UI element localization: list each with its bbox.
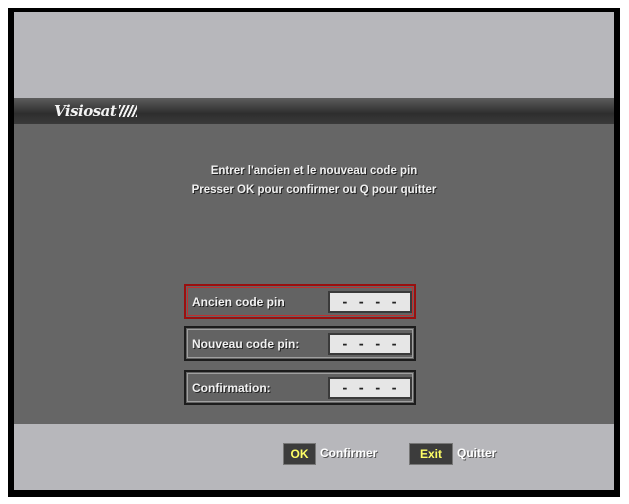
confirm-pin-input[interactable]: - - - - xyxy=(328,377,412,399)
footer-bar: OK Confirmer Exit Quitter xyxy=(14,424,614,490)
old-pin-input[interactable]: - - - - xyxy=(328,291,412,313)
new-pin-label: Nouveau code pin: xyxy=(192,337,300,351)
new-pin-input[interactable]: - - - - xyxy=(328,333,412,355)
confirm-pin-label: Confirmation: xyxy=(192,381,271,395)
new-pin-row[interactable]: Nouveau code pin: - - - - xyxy=(184,326,416,361)
tv-screen: Visiosat Entrer l'ancien et le nouveau c… xyxy=(8,8,620,497)
brand-logo-text: Visiosat xyxy=(54,102,117,120)
confirm-pin-row[interactable]: Confirmation: - - - - xyxy=(184,370,416,405)
confirm-hint-label: Confirmer xyxy=(320,446,378,460)
ok-key-button[interactable]: OK xyxy=(283,443,316,465)
instruction-line-1: Entrer l'ancien et le nouveau code pin xyxy=(210,165,418,177)
instruction-line-2: Presser OK pour confirmer ou Q pour quit… xyxy=(191,184,437,196)
pin-change-dialog: Entrer l'ancien et le nouveau code pin P… xyxy=(14,124,614,424)
top-panel xyxy=(14,12,614,98)
logo-stripes-icon xyxy=(119,105,138,117)
brand-bar: Visiosat xyxy=(14,98,614,124)
old-pin-row[interactable]: Ancien code pin - - - - xyxy=(184,284,416,319)
old-pin-label: Ancien code pin xyxy=(192,295,285,309)
quit-hint-label: Quitter xyxy=(457,446,497,460)
exit-key-button[interactable]: Exit xyxy=(409,443,453,465)
brand-logo: Visiosat xyxy=(54,101,138,121)
